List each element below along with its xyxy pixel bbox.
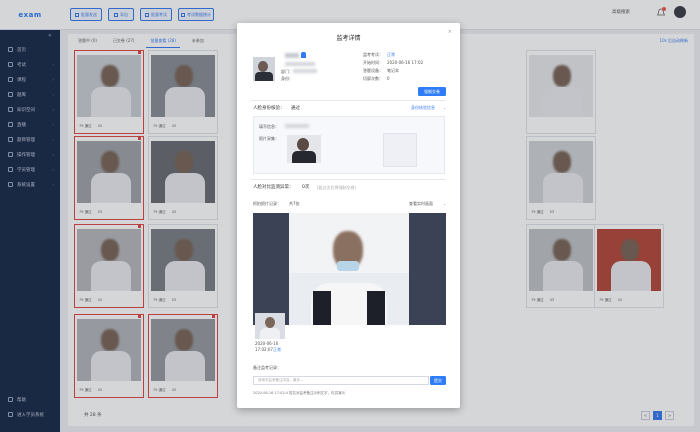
capture-tag: 正常 [273, 347, 281, 352]
capture-date: 2020-06-16 [255, 341, 279, 346]
proctor-detail-modal: 监考详情 × 部门： 身份： 监考考试： 正常 开始时间： 2020-06-16… [237, 23, 460, 408]
exam-status-label: 监考考试： [363, 52, 383, 57]
id-label: 身份： [281, 76, 293, 81]
monitor-value: 0次 [302, 185, 310, 190]
submit-remark-button[interactable]: 提交 [430, 376, 446, 385]
id-photo-placeholder [383, 133, 417, 167]
face-verify-link[interactable]: 身份核验信息 [411, 105, 435, 111]
remark-log: 2020-06-16 17:02:4 姓名对监考备注示例文字，仅供演示 [253, 391, 346, 395]
exam-status-value: 正常 [387, 52, 395, 57]
realtime-link[interactable]: 查看实时画面 [409, 201, 433, 207]
capture-thumbnail[interactable] [255, 313, 285, 339]
switch-value: 0 [387, 76, 390, 81]
monitor-label: 人脸对比监测异常： [253, 185, 294, 190]
monitor-hint: (超过次后将强制交卷) [317, 185, 357, 190]
device-value: 笔记本 [387, 68, 399, 73]
chevron-down-icon[interactable]: ⌄ [443, 201, 446, 206]
remark-placeholder: 请填写监考备注内容，最多... [258, 378, 304, 382]
candidate-name [285, 53, 299, 58]
close-icon[interactable]: × [448, 29, 452, 35]
capture-value: 共7张 [289, 201, 300, 206]
chevron-down-icon[interactable]: ⌄ [443, 105, 446, 110]
switch-label: 切屏次数： [363, 76, 383, 81]
dept-value-blur [293, 69, 317, 73]
photo-label-info: 填写信息： [259, 124, 279, 129]
candidate-photo [253, 57, 275, 81]
divider [251, 179, 446, 180]
remark-input[interactable]: 请填写监考备注内容，最多... [253, 376, 429, 385]
user-icon [301, 52, 306, 58]
photo-label-capture: 照片采集： [259, 136, 279, 141]
remark-label: 备注监考记录： [253, 365, 281, 370]
dept-label: 部门： [281, 69, 293, 74]
candidate-id-blur [285, 62, 315, 66]
realtime-video[interactable] [253, 213, 446, 325]
face-verify-value: 通过 [291, 106, 300, 111]
captured-face-photo [287, 135, 321, 163]
capture-label: 抓拍照片记录： [253, 201, 281, 206]
device-label: 答题设备： [363, 68, 383, 73]
face-verify-label: 人脸身份核验： [253, 106, 285, 111]
start-label: 开始时间： [363, 60, 383, 65]
start-value: 2020-06-16 17:02 [387, 60, 424, 65]
force-submit-button[interactable]: 强制交卷 [418, 87, 446, 96]
divider [251, 100, 446, 101]
modal-title: 监考详情 [336, 35, 361, 42]
capture-time: 17:02:07 [255, 347, 273, 352]
info-blur [285, 124, 309, 128]
